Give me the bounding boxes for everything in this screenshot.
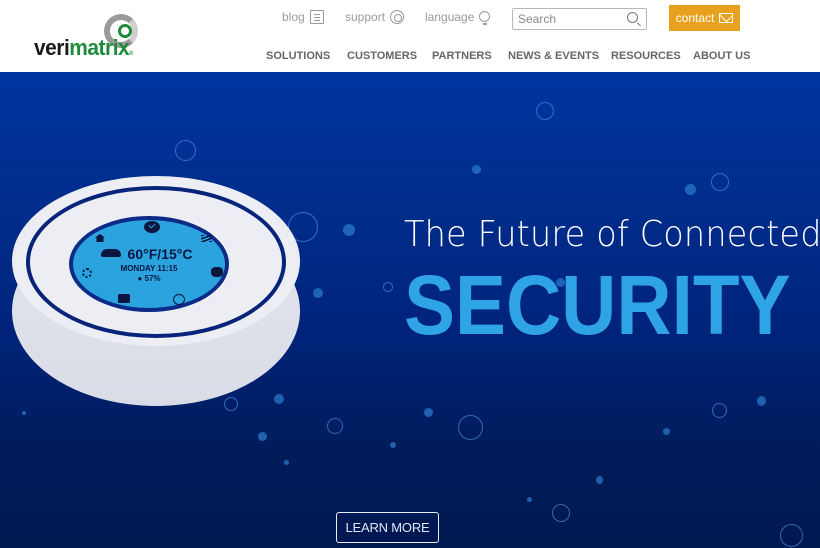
bubble-decoration <box>343 224 355 236</box>
search-box <box>512 8 647 30</box>
lifebuoy-icon <box>390 10 405 24</box>
bubble-decoration <box>780 524 803 547</box>
hero-headline: The Future of Connected <box>404 214 820 255</box>
nav-news-events[interactable]: NEWS & EVENTS <box>508 50 599 62</box>
language-label: language <box>425 10 475 24</box>
bubble-decoration <box>552 504 570 522</box>
nav-customers[interactable]: CUSTOMERS <box>347 50 417 62</box>
blog-link[interactable]: blog <box>282 10 324 24</box>
bubble-decoration <box>258 432 267 441</box>
blog-label: blog <box>282 10 305 24</box>
learn-more-button[interactable]: LEARN MORE <box>336 512 439 543</box>
nav-resources[interactable]: RESOURCES <box>611 50 681 62</box>
nav-partners[interactable]: PARTNERS <box>432 50 492 62</box>
search-input[interactable] <box>518 11 618 27</box>
home-icon <box>95 234 105 242</box>
bubble-decoration <box>472 165 481 174</box>
bubble-decoration <box>536 102 554 120</box>
bubble-decoration <box>22 411 26 415</box>
bubble-decoration <box>424 408 433 417</box>
contact-label: contact <box>675 11 715 25</box>
bubble-decoration <box>596 476 603 484</box>
check-icon <box>144 221 160 233</box>
calendar-icon <box>118 294 130 303</box>
bubble-decoration <box>712 403 727 418</box>
bubble-decoration <box>757 396 766 406</box>
bubble-decoration <box>390 442 396 448</box>
bubble-decoration <box>327 418 343 434</box>
screen-day-time: MONDAY 11:15 <box>120 264 178 273</box>
bubble-decoration <box>685 184 696 195</box>
bubble-decoration <box>383 282 393 292</box>
humidity-value: 57% <box>144 274 161 283</box>
support-link[interactable]: support <box>345 10 405 24</box>
bubble-decoration <box>711 173 729 191</box>
support-label: support <box>345 10 386 24</box>
nav-solutions[interactable]: SOLUTIONS <box>266 50 330 62</box>
bubble-decoration <box>175 140 196 161</box>
document-lines-icon <box>309 10 324 24</box>
hero-headline-emphasis: SECURITY <box>404 258 791 352</box>
droplet-icon: ● <box>137 274 145 283</box>
clock-icon <box>173 294 185 305</box>
bubble-decoration <box>458 415 483 440</box>
screen-humidity: ● 57% <box>73 274 225 283</box>
globe-icon <box>479 10 491 25</box>
main-nav: SOLUTIONS CUSTOMERS PARTNERS NEWS & EVEN… <box>0 50 820 64</box>
smart-thermostat-illustration: 60°F/15°C MONDAY 11:15 ● 57% <box>12 176 300 406</box>
screen-temperature: 60°F/15°C <box>127 246 193 262</box>
device-screen: 60°F/15°C MONDAY 11:15 ● 57% <box>69 216 229 312</box>
bubble-decoration <box>313 288 323 298</box>
bubble-decoration <box>284 460 289 465</box>
contact-button[interactable]: contact <box>669 5 740 31</box>
envelope-icon <box>719 13 734 23</box>
heat-icon <box>201 235 212 242</box>
search-icon[interactable] <box>627 12 638 23</box>
site-header: verimatrix® blog support language contac… <box>0 0 820 72</box>
bubble-decoration <box>527 497 532 502</box>
language-link[interactable]: language <box>425 10 491 25</box>
bubble-decoration <box>663 428 670 435</box>
nav-about-us[interactable]: ABOUT US <box>693 50 750 62</box>
